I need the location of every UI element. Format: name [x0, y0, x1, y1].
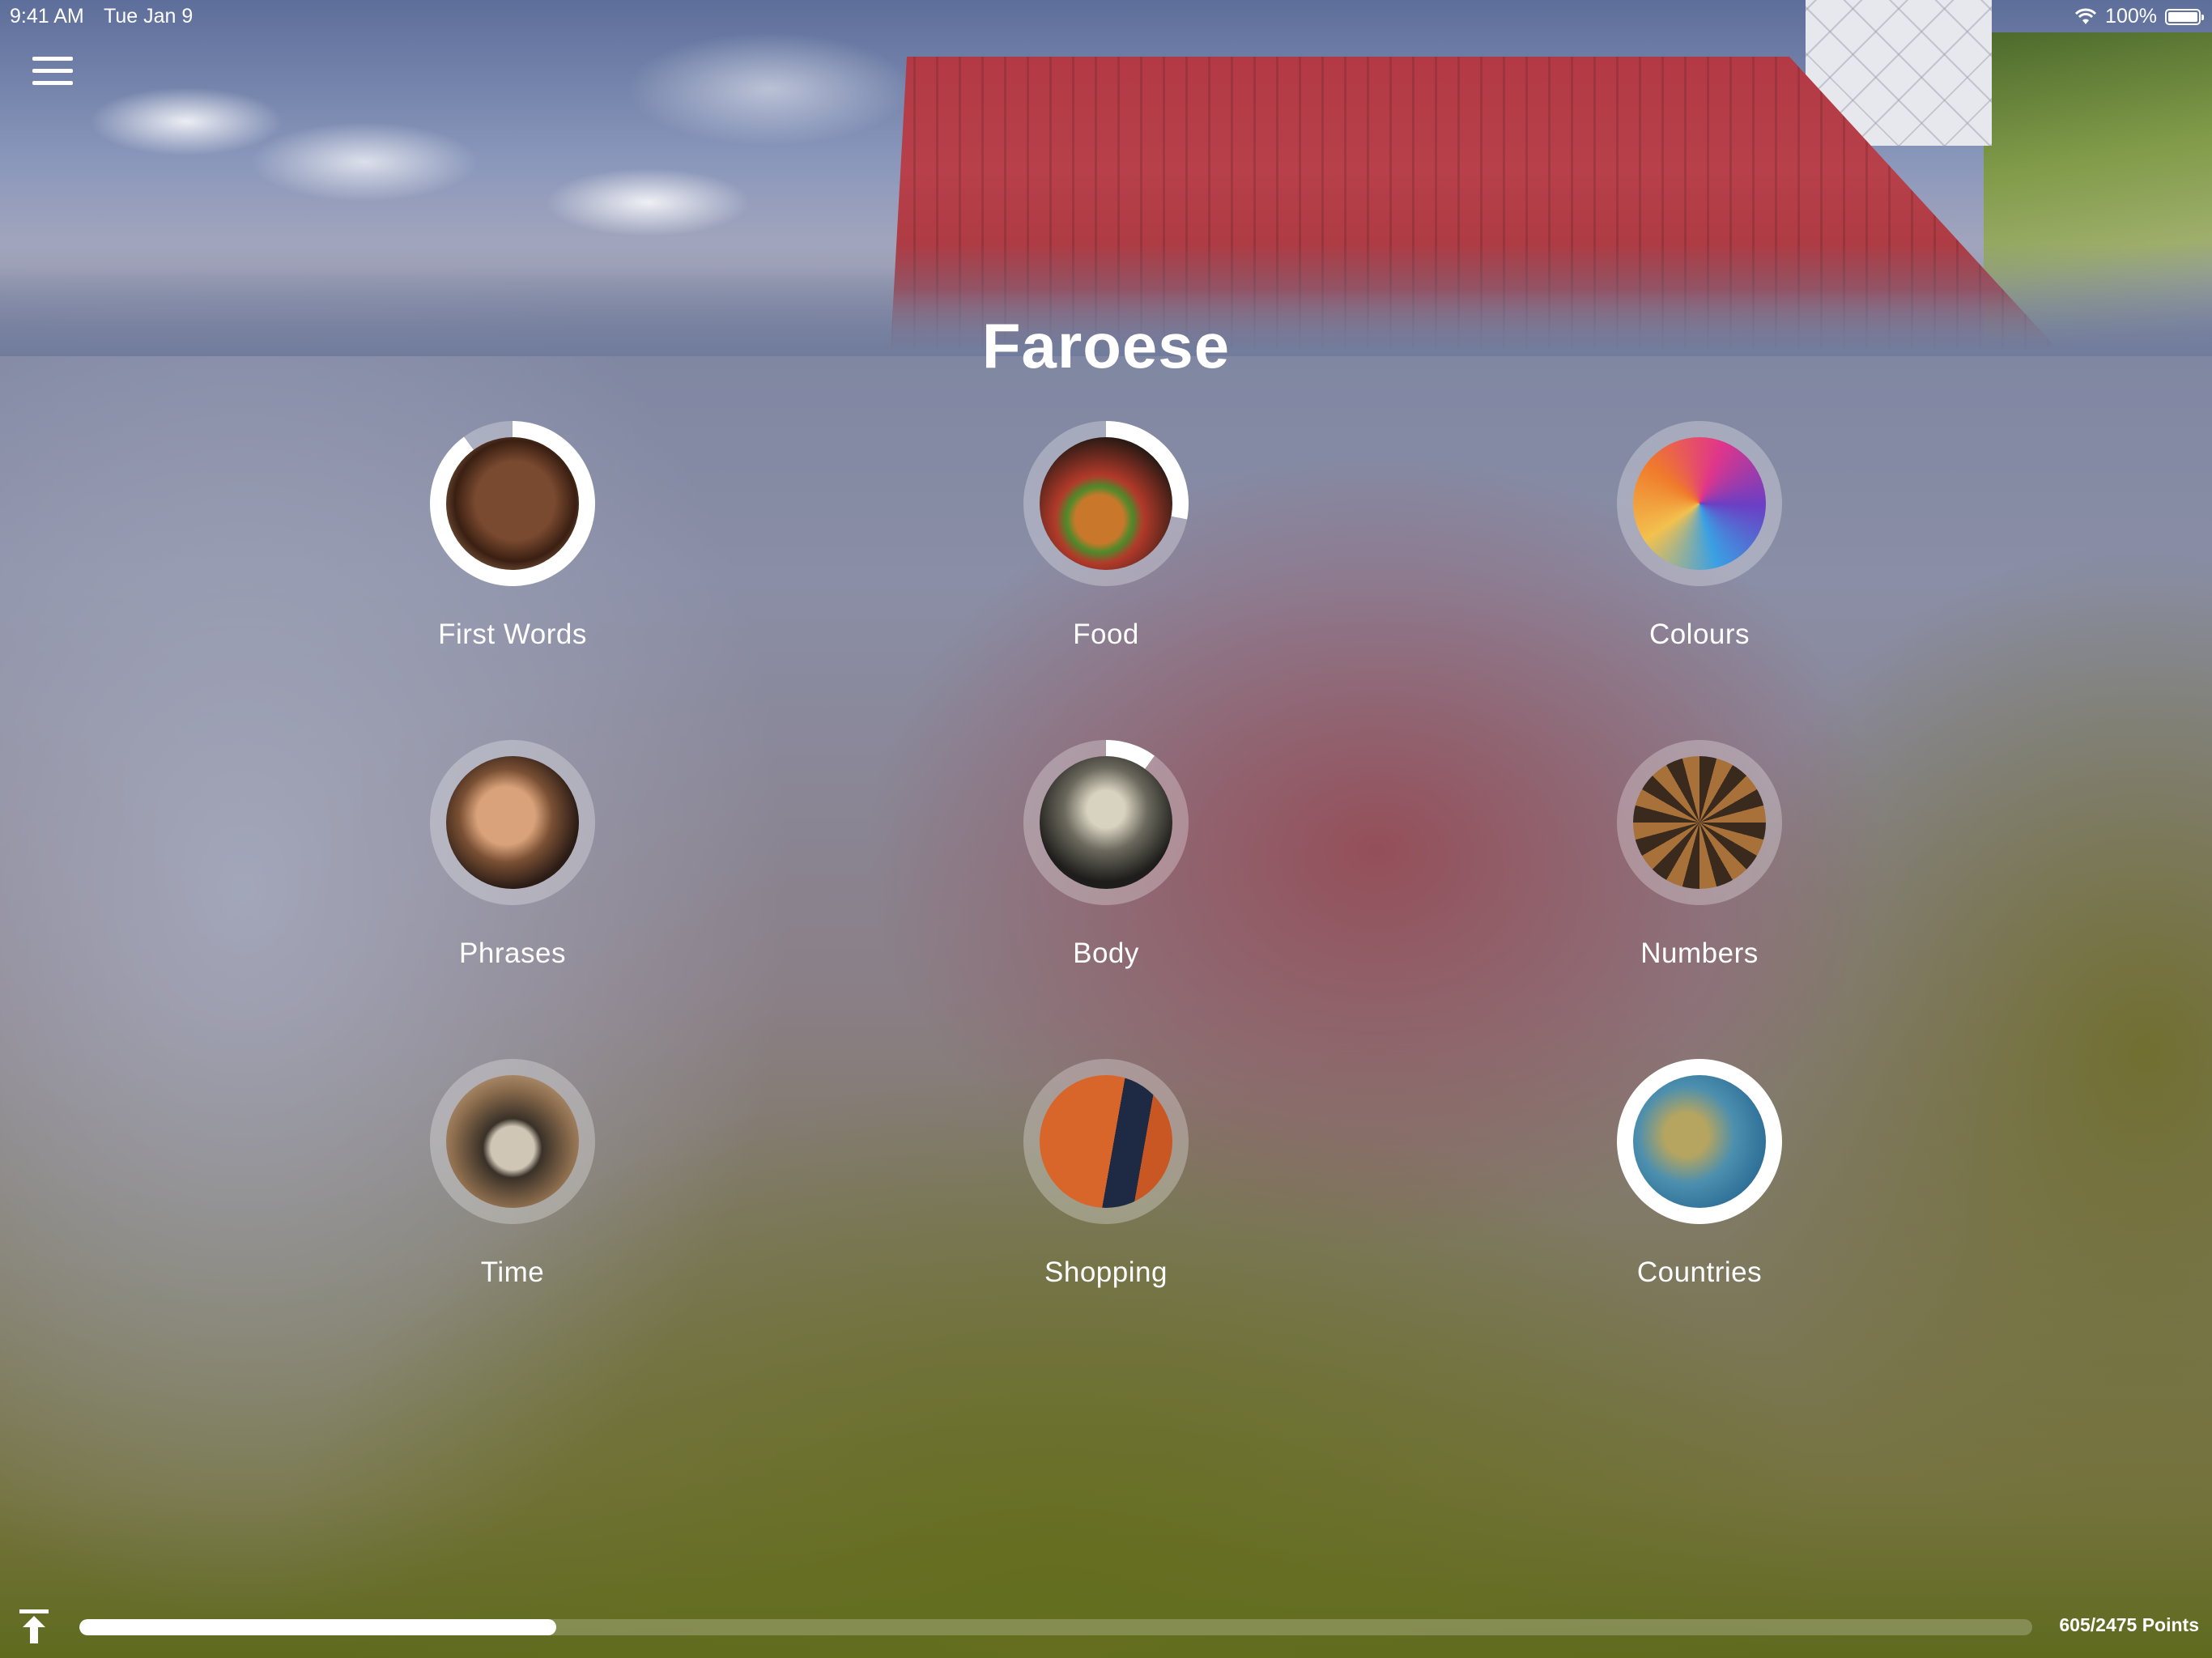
shopping-cart-photo-thumbnail: [1040, 1075, 1172, 1208]
battery-percent: 100%: [2105, 5, 2157, 28]
status-bar: 9:41 AM Tue Jan 9 100%: [0, 0, 2212, 32]
category-phrases[interactable]: Phrases: [342, 740, 683, 970]
points-progress-fill: [79, 1619, 556, 1635]
category-first-words[interactable]: First Words: [342, 421, 683, 651]
category-label: Food: [1073, 619, 1139, 650]
child-photo-thumbnail: [446, 437, 579, 570]
category-countries[interactable]: Countries: [1529, 1059, 1870, 1289]
category-label: Colours: [1648, 619, 1750, 650]
category-label: Shopping: [1044, 1256, 1168, 1288]
points-progress-bar: [79, 1619, 2032, 1635]
category-label: Numbers: [1640, 937, 1759, 969]
page-title: Faroese: [981, 310, 1231, 381]
map-photo-thumbnail: [1633, 1075, 1766, 1208]
status-date: Tue Jan 9: [104, 5, 194, 28]
status-time: 9:41 AM: [10, 5, 84, 28]
colour-powder-photo-thumbnail: [1633, 437, 1766, 570]
category-body[interactable]: Body: [936, 740, 1276, 970]
category-colours[interactable]: Colours: [1529, 421, 1870, 651]
alarm-clock-photo-thumbnail: [446, 1075, 579, 1208]
status-right: 100%: [2074, 5, 2204, 28]
points-text: 605/2475 Points: [2059, 1614, 2199, 1635]
skeleton-photo-thumbnail: [1040, 756, 1172, 889]
letterpress-numbers-photo-thumbnail: [1633, 756, 1766, 889]
category-label: Body: [1073, 937, 1139, 969]
category-numbers[interactable]: Numbers: [1529, 740, 1870, 970]
category-time[interactable]: Time: [342, 1059, 683, 1289]
category-label: Time: [480, 1256, 545, 1288]
category-label: First Words: [438, 619, 587, 650]
burger-photo-thumbnail: [1040, 437, 1172, 570]
category-label: Countries: [1636, 1256, 1763, 1288]
battery-icon: [2165, 8, 2204, 25]
hamburger-menu-icon[interactable]: [31, 53, 76, 89]
upload-arrow-icon[interactable]: [18, 1608, 50, 1645]
category-shopping[interactable]: Shopping: [936, 1059, 1276, 1289]
woman-photo-thumbnail: [446, 756, 579, 889]
wifi-icon: [2074, 8, 2097, 24]
category-label: Phrases: [459, 937, 566, 969]
header-photo: [0, 0, 2212, 356]
category-food[interactable]: Food: [936, 421, 1276, 651]
